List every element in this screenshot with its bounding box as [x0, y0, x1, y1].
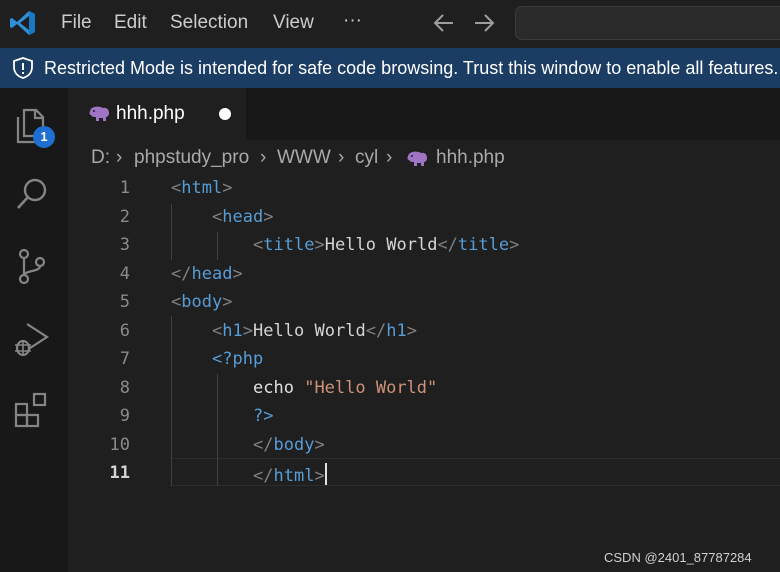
- tab-hhh-php[interactable]: hhh.php: [68, 88, 246, 140]
- code-line: ?>: [253, 406, 274, 426]
- line-number-active: 11: [109, 463, 130, 483]
- line-number: 3: [119, 235, 130, 255]
- breadcrumb-file[interactable]: hhh.php: [436, 147, 505, 169]
- tab-strip: hhh.php: [68, 88, 780, 140]
- code-line: echo "Hello World": [253, 378, 438, 398]
- php-elephant-icon: [89, 106, 109, 121]
- menu-file[interactable]: File: [61, 12, 92, 34]
- line-number: 6: [119, 321, 130, 341]
- menu-selection[interactable]: Selection: [170, 12, 248, 34]
- command-center-search[interactable]: [515, 6, 780, 40]
- line-number: 9: [119, 406, 130, 426]
- php-elephant-icon: [407, 151, 427, 166]
- run-debug-icon[interactable]: [12, 318, 52, 358]
- explorer-badge: 1: [33, 126, 55, 148]
- chevron-right-icon: ›: [338, 147, 345, 168]
- code-line: <h1>Hello World</h1>: [212, 321, 417, 341]
- extensions-icon[interactable]: [12, 390, 52, 430]
- back-arrow-icon[interactable]: [432, 12, 456, 34]
- indent-guide: [171, 316, 172, 486]
- code-line: <?php: [212, 349, 264, 369]
- tab-label: hhh.php: [116, 103, 185, 124]
- code-line: <head>: [212, 207, 274, 227]
- code-line: <html>: [171, 178, 233, 198]
- code-line: <title>Hello World</title>: [253, 235, 520, 255]
- chevron-right-icon: ›: [260, 147, 267, 168]
- line-number: 5: [119, 292, 130, 312]
- breadcrumb-cyl[interactable]: cyl: [355, 147, 378, 169]
- line-number: 7: [119, 349, 130, 369]
- text-cursor: [324, 463, 327, 485]
- code-editor[interactable]: 1 2 3 4 5 6 7 8 9 10 11 <html> <head> <t…: [68, 176, 780, 572]
- shield-icon: [13, 57, 33, 79]
- forward-arrow-icon[interactable]: [472, 12, 496, 34]
- code-line: </html>: [171, 463, 327, 486]
- menu-more[interactable]: ···: [343, 10, 362, 32]
- line-number: 8: [119, 378, 130, 398]
- search-icon[interactable]: [12, 174, 52, 214]
- line-number: 4: [119, 264, 130, 284]
- line-number: 1: [119, 178, 130, 198]
- source-control-icon[interactable]: [12, 246, 52, 286]
- code-line: </head>: [171, 264, 243, 284]
- breadcrumb-www[interactable]: WWW: [277, 147, 331, 169]
- code-line: </body>: [253, 435, 325, 455]
- line-number: 10: [109, 435, 130, 455]
- menu-edit[interactable]: Edit: [114, 12, 147, 34]
- code-line: <body>: [171, 292, 233, 312]
- chevron-right-icon: ›: [386, 147, 393, 168]
- unsaved-dot-icon[interactable]: [219, 108, 231, 120]
- banner-text: Restricted Mode is intended for safe cod…: [44, 58, 779, 78]
- breadcrumb: D: › phpstudy_pro › WWW › cyl › hhh.php: [68, 140, 780, 176]
- activity-bar: 1: [0, 88, 68, 572]
- menu-view[interactable]: View: [273, 12, 314, 34]
- restricted-mode-banner[interactable]: Restricted Mode is intended for safe cod…: [0, 48, 780, 88]
- watermark: CSDN @2401_87787284: [604, 550, 752, 565]
- breadcrumb-drive[interactable]: D:: [91, 147, 110, 169]
- breadcrumb-phpstudy-pro[interactable]: phpstudy_pro: [134, 147, 249, 169]
- chevron-right-icon: ›: [116, 147, 123, 168]
- title-bar: File Edit Selection View ···: [0, 0, 780, 48]
- line-number: 2: [119, 207, 130, 227]
- vscode-logo-icon: [10, 11, 35, 35]
